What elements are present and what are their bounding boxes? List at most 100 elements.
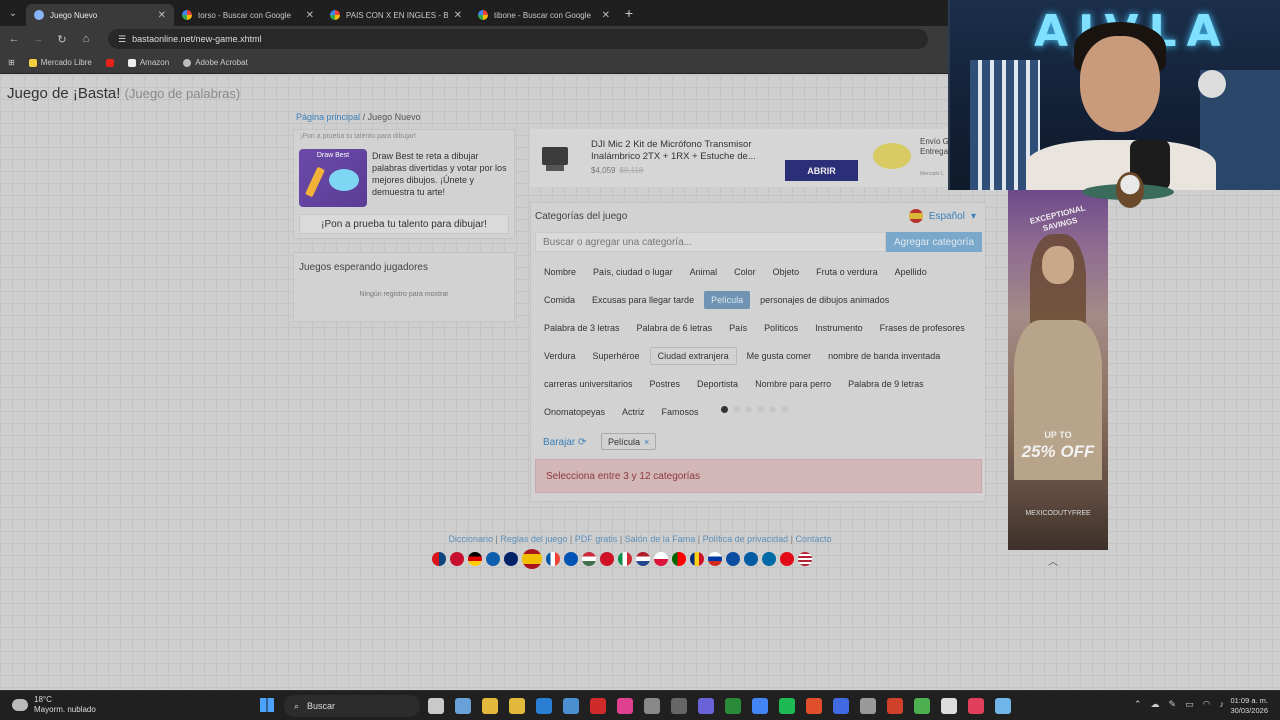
language-flag-icon[interactable] [546,552,560,566]
language-flag-icon[interactable] [600,552,614,566]
taskbar-app-icon[interactable] [563,698,579,714]
language-flag-icon[interactable] [798,552,812,566]
taskbar-app-icon[interactable] [509,698,525,714]
close-icon[interactable]: ✕ [602,10,610,21]
category-chip[interactable]: Palabra de 3 letras [537,319,627,337]
language-flag-icon[interactable] [504,552,518,566]
ad-banner[interactable]: DJI Mic 2 Kit de Micrófono Transmisor In… [530,129,950,187]
language-flag-icon[interactable] [450,552,464,566]
category-chip[interactable]: Frases de profesores [873,319,972,337]
taskbar-app-icon[interactable] [671,698,687,714]
tab-pais-con-x[interactable]: PAIS CON X EN INGLES - Buscar ✕ [322,4,470,26]
category-chip[interactable]: País [722,319,754,337]
footer-link[interactable]: Reglas del juego [500,534,567,544]
taskbar-search[interactable]: ⌕ Buscar [284,695,420,717]
taskbar-app-icon[interactable] [887,698,903,714]
language-flag-icon[interactable] [780,552,794,566]
category-chip[interactable]: Famosos [655,403,706,421]
pen-icon[interactable]: ✎ [1169,699,1177,710]
taskbar-app-icon[interactable] [995,698,1011,714]
forward-arrow-icon[interactable]: → [30,33,46,45]
language-flag-icon[interactable] [618,552,632,566]
language-flag-icon[interactable] [744,552,758,566]
new-tab-button[interactable]: + [618,5,640,21]
page-dot[interactable] [733,406,740,413]
draw-best-image[interactable]: Draw Best [299,149,367,207]
collapse-ad-chevron-icon[interactable]: ︿ [1048,553,1058,568]
category-chip[interactable]: personajes de dibujos animados [753,291,896,309]
taskbar-app-icon[interactable] [833,698,849,714]
reload-icon[interactable]: ↻ [54,33,70,46]
category-chip[interactable]: Animal [683,263,725,281]
language-flag-icon[interactable] [432,552,446,566]
page-dot[interactable] [757,406,764,413]
wifi-icon[interactable]: ◠ [1203,699,1211,710]
taskbar-app-icon[interactable] [428,698,444,714]
page-dot[interactable] [781,406,788,413]
category-chip[interactable]: carreras universitarios [537,375,640,393]
taskbar-app-icon[interactable] [968,698,984,714]
taskbar-app-icon[interactable] [536,698,552,714]
draw-talent-button[interactable]: ¡Pon a prueba tu talento para dibujar! [299,214,509,234]
language-flag-icon[interactable] [762,552,776,566]
language-flag-icon[interactable] [672,552,686,566]
language-flag-icon[interactable] [522,549,542,569]
category-chip[interactable]: Ciudad extranjera [649,347,737,365]
taskbar-app-icon[interactable] [941,698,957,714]
close-icon[interactable]: ✕ [158,10,166,21]
tab-tibone[interactable]: tibone - Buscar con Google ✕ [470,4,618,26]
language-flag-icon[interactable] [726,552,740,566]
taskbar-app-icon[interactable] [644,698,660,714]
category-chip[interactable]: Postres [643,375,688,393]
apps-grid-icon[interactable]: ⊞ [8,58,15,67]
taskbar-app-icon[interactable] [590,698,606,714]
page-dot[interactable] [745,406,752,413]
category-chip[interactable]: Palabra de 6 letras [630,319,720,337]
taskbar-app-icon[interactable] [482,698,498,714]
category-chip[interactable]: Color [727,263,763,281]
language-flag-icon[interactable] [690,552,704,566]
taskbar-app-icon[interactable] [752,698,768,714]
language-flag-icon[interactable] [654,552,668,566]
shuffle-button[interactable]: Barajar ⟳ [543,437,586,448]
category-chip[interactable]: Apellido [888,263,934,281]
category-chip[interactable]: Políticos [757,319,805,337]
footer-link[interactable]: Salón de la Fama [625,534,696,544]
close-icon[interactable]: ✕ [306,10,314,21]
category-chip[interactable]: Excusas para llegar tarde [585,291,701,309]
category-chip[interactable]: nombre de banda inventada [821,347,947,365]
category-chip[interactable]: Actriz [615,403,652,421]
category-chip[interactable]: Nombre para perro [748,375,838,393]
chevron-up-icon[interactable]: ⌃ [1134,699,1142,710]
category-chip[interactable]: Superhéroe [586,347,647,365]
category-chip[interactable]: Película [704,291,751,309]
taskbar-app-icon[interactable] [455,698,471,714]
breadcrumb-home-link[interactable]: Página principal [296,112,360,122]
taskbar-app-icon[interactable] [806,698,822,714]
cloud-tray-icon[interactable]: ☁ [1151,699,1160,710]
add-category-button[interactable]: Agregar categoría [886,232,982,252]
bookmark-amazon[interactable]: Amazon [127,58,169,67]
back-arrow-icon[interactable]: ← [6,33,22,45]
monitor-icon[interactable]: ▭ [1185,699,1194,710]
site-info-icon[interactable]: ☰ [118,34,126,45]
category-chip[interactable]: Fruta o verdura [809,263,885,281]
page-dot[interactable] [769,406,776,413]
category-chip[interactable]: Instrumento [808,319,870,337]
footer-link[interactable]: Contacto [796,534,832,544]
side-ad[interactable]: EXCEPTIONAL SAVINGS UP TO 25% OFF MEXICO… [1008,190,1108,550]
category-chip[interactable]: País, ciudad o lugar [586,263,680,281]
bookmark-adobe-acrobat[interactable]: Adobe Acrobat [183,58,248,67]
taskbar-app-icon[interactable] [779,698,795,714]
language-flag-icon[interactable] [468,552,482,566]
taskbar-app-icon[interactable] [860,698,876,714]
category-chip[interactable]: Palabra de 9 letras [841,375,931,393]
draw-best-promo[interactable]: ¡Pon a prueba tu talento para dibujar! D… [293,129,515,239]
language-selector[interactable]: Español ▾ [908,209,976,223]
category-chip[interactable]: Onomatopeyas [537,403,612,421]
category-chip[interactable]: Objeto [766,263,807,281]
tab-search-chevron-icon[interactable]: ⌄ [0,0,26,26]
category-chip[interactable]: Verdura [537,347,583,365]
tab-juego-nuevo[interactable]: Juego Nuevo ✕ [26,4,174,26]
taskbar-app-icon[interactable] [617,698,633,714]
